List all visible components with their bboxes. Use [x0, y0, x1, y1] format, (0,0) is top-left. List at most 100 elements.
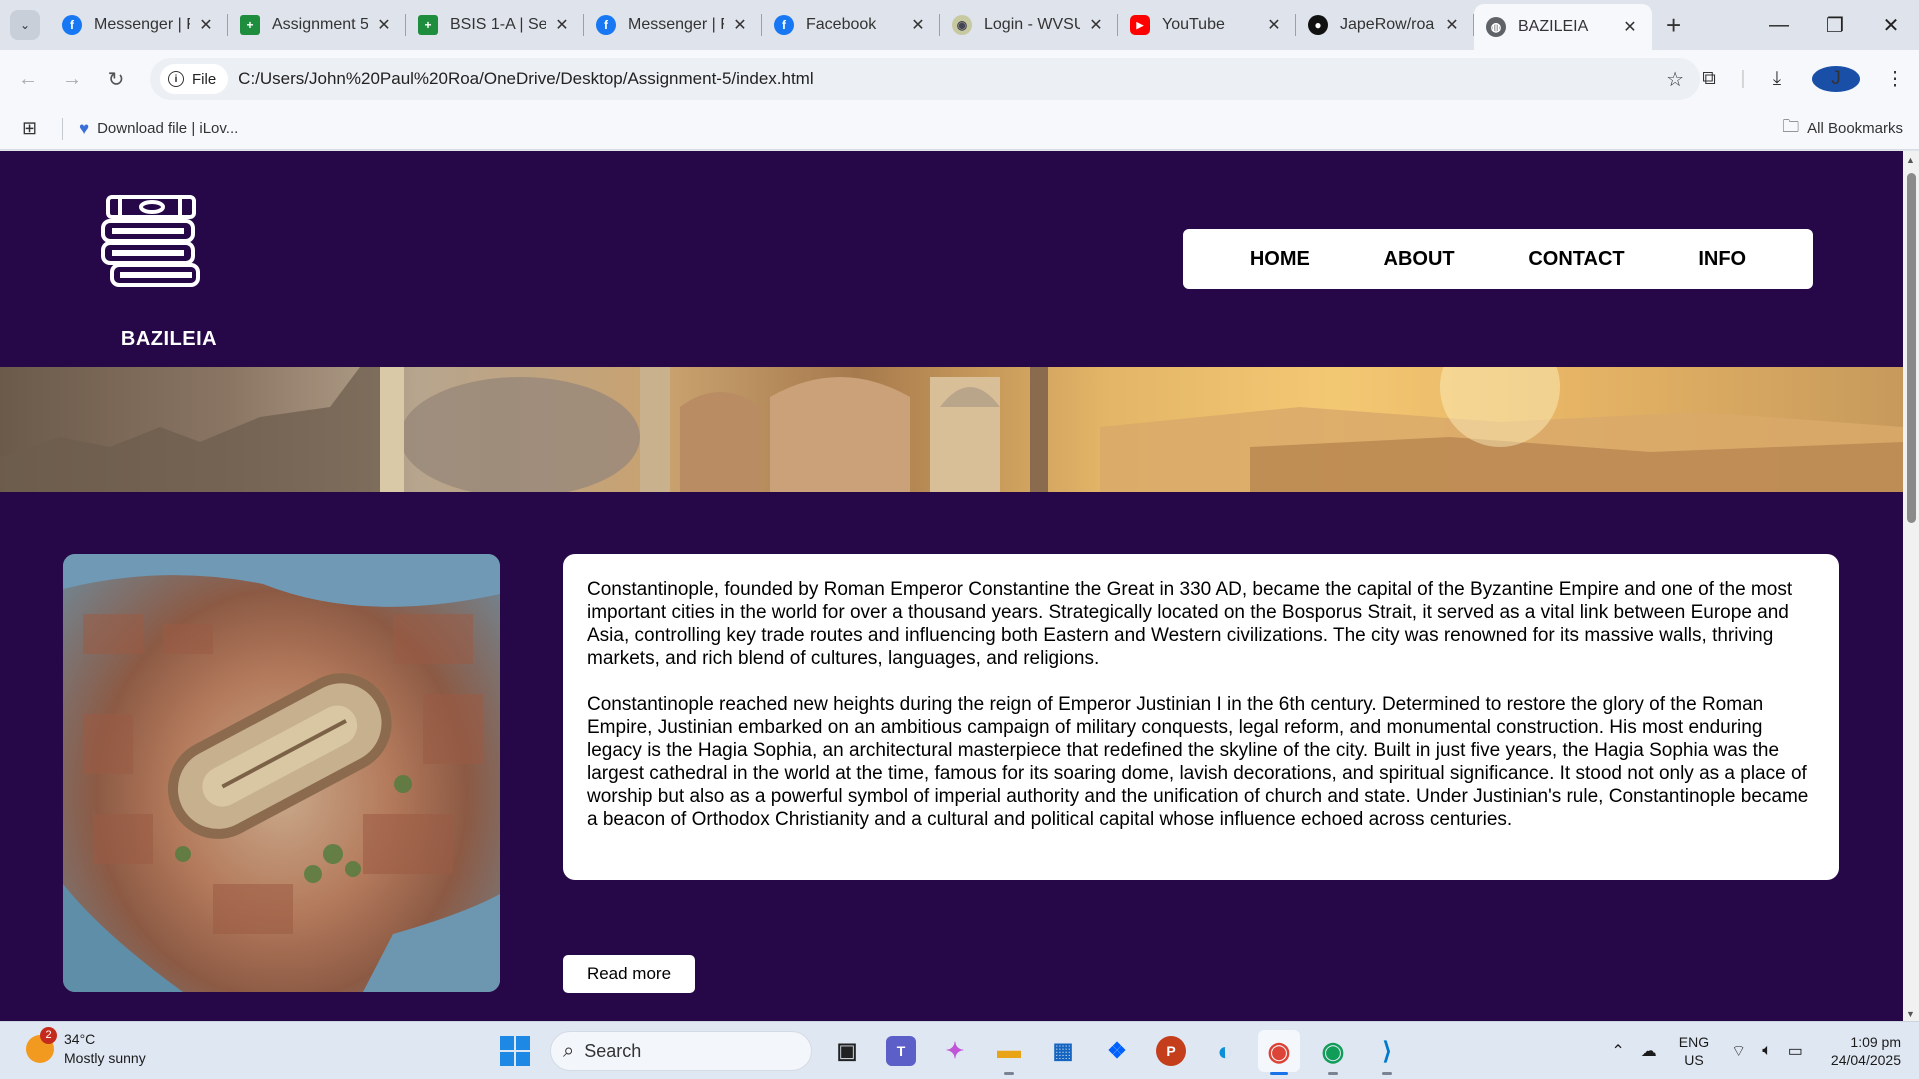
nav-home[interactable]: HOME — [1250, 248, 1310, 271]
scroll-up-icon[interactable]: ▲ — [1906, 155, 1915, 165]
tab-list: f Messenger | F ✕ + Assignment 5 ✕ + BSI… — [50, 0, 1681, 50]
page-viewport: BAZILEIA HOME ABOUT CONTACT INFO Constan… — [0, 151, 1903, 1021]
tab-messenger-1[interactable]: f Messenger | F ✕ — [50, 0, 228, 50]
wifi-icon[interactable]: ⌔ — [1731, 1041, 1746, 1061]
tab-bsis[interactable]: + BSIS 1-A | Sec ✕ — [406, 0, 584, 50]
all-bookmarks-label: All Bookmarks — [1807, 120, 1903, 137]
nav-about[interactable]: ABOUT — [1384, 248, 1455, 271]
city-skyline-illustration — [0, 367, 1903, 492]
browser-toolbar: ← → ↻ i File C:/Users/John%20Paul%20Roa/… — [0, 50, 1919, 108]
teams-icon[interactable]: T — [886, 1036, 916, 1066]
close-window-icon[interactable]: ✕ — [1863, 13, 1919, 38]
facebook-icon: f — [62, 15, 82, 35]
info-icon: i — [168, 71, 184, 87]
restore-icon[interactable]: ❐ — [1807, 13, 1863, 38]
bookmark-star-icon[interactable]: ☆ — [1666, 67, 1684, 92]
tab-search-chevron-icon[interactable]: ⌄ — [10, 10, 40, 40]
microsoft-store-icon[interactable]: ▦ — [1042, 1030, 1084, 1072]
tab-title: Login - WVSU — [984, 16, 1080, 33]
date: 24/04/2025 — [1830, 1052, 1901, 1068]
file-explorer-icon[interactable]: ▬ — [988, 1030, 1030, 1075]
tab-wvsu-login[interactable]: ◉ Login - WVSU ✕ — [940, 0, 1118, 50]
banner-image — [0, 367, 1903, 492]
nav-info[interactable]: INFO — [1698, 248, 1746, 271]
onedrive-icon[interactable]: ☁ — [1641, 1041, 1657, 1061]
apps-grid-icon[interactable]: ⊞ — [22, 118, 44, 139]
tab-youtube[interactable]: ▶ YouTube ✕ — [1118, 0, 1296, 50]
scrollbar-thumb[interactable] — [1907, 173, 1916, 523]
close-tab-icon[interactable]: ✕ — [374, 15, 394, 35]
paragraph-justinian: Constantinople reached new heights durin… — [587, 694, 1809, 830]
bookmark-ilovepdf[interactable]: ♥ Download file | iLov... — [79, 119, 238, 139]
close-tab-icon[interactable]: ✕ — [1086, 15, 1106, 35]
powerpoint-icon[interactable]: P — [1156, 1036, 1186, 1066]
sheets-icon: + — [418, 15, 438, 35]
tab-github[interactable]: ● JapeRow/roa ✕ — [1296, 0, 1474, 50]
books-logo-icon[interactable] — [100, 193, 220, 303]
profile-avatar[interactable]: J — [1812, 66, 1860, 92]
extensions-puzzle-icon[interactable]: ⧉ — [1685, 68, 1733, 90]
temperature: 34°C — [64, 1031, 96, 1047]
task-view-icon[interactable]: ▣ — [826, 1030, 868, 1072]
weather-widget[interactable]: 2 34°C Mostly sunny — [26, 1027, 146, 1068]
tab-assignment-5[interactable]: + Assignment 5 ✕ — [228, 0, 406, 50]
tab-bazileia[interactable]: ◍ BAZILEIA ✕ — [1474, 4, 1652, 50]
tab-title: BAZILEIA — [1518, 18, 1589, 35]
close-tab-icon[interactable]: ✕ — [908, 15, 928, 35]
read-more-button[interactable]: Read more — [563, 955, 695, 993]
forward-arrow-icon[interactable]: → — [50, 68, 94, 91]
close-tab-icon[interactable]: ✕ — [1264, 15, 1284, 35]
all-bookmarks-button[interactable]: 🗀 All Bookmarks — [1782, 114, 1903, 143]
chrome-profile-icon[interactable]: ◉ — [1258, 1030, 1300, 1075]
new-tab-icon[interactable]: + — [1666, 10, 1681, 41]
copilot-icon[interactable]: ✦ — [934, 1030, 976, 1072]
edge-icon[interactable]: ◐ — [1204, 1030, 1246, 1072]
close-tab-icon[interactable]: ✕ — [1442, 15, 1462, 35]
address-bar[interactable]: i File C:/Users/John%20Paul%20Roa/OneDri… — [150, 58, 1700, 100]
weather-condition: Mostly sunny — [64, 1050, 146, 1066]
minimize-icon[interactable]: — — [1751, 14, 1807, 37]
url-text[interactable]: C:/Users/John%20Paul%20Roa/OneDrive/Desk… — [238, 69, 813, 89]
taskbar-search[interactable]: ⌕ Search — [550, 1031, 812, 1071]
time: 1:09 pm — [1850, 1034, 1901, 1050]
nav-contact[interactable]: CONTACT — [1528, 248, 1624, 271]
close-tab-icon[interactable]: ✕ — [1620, 17, 1640, 37]
search-icon: ⌕ — [563, 1039, 575, 1062]
tab-title: Messenger | F — [628, 16, 724, 33]
dropbox-icon[interactable]: ❖ — [1096, 1030, 1138, 1072]
scroll-down-icon[interactable]: ▼ — [1906, 1009, 1915, 1019]
reload-icon[interactable]: ↻ — [94, 67, 138, 92]
window-controls: — ❐ ✕ — [1751, 0, 1919, 50]
weather-text: 34°C Mostly sunny — [64, 1030, 146, 1068]
tab-messenger-2[interactable]: f Messenger | F ✕ — [584, 0, 762, 50]
clock[interactable]: 1:09 pm 24/04/2025 — [1831, 1033, 1901, 1069]
brand-name[interactable]: BAZILEIA — [104, 328, 234, 351]
kebab-menu-icon[interactable]: ⋮ — [1871, 68, 1919, 91]
bookmarks-divider — [62, 117, 63, 140]
battery-icon[interactable]: ▭ — [1788, 1041, 1803, 1061]
tab-title: BSIS 1-A | Sec — [450, 16, 546, 33]
tab-facebook[interactable]: f Facebook ✕ — [762, 0, 940, 50]
volume-icon[interactable]: 🔈︎ — [1762, 1042, 1772, 1060]
close-tab-icon[interactable]: ✕ — [196, 15, 216, 35]
windows-taskbar: 2 34°C Mostly sunny ⌕ Search ▣ T ✦ ▬ ▦ ❖… — [0, 1021, 1919, 1079]
site-info-chip[interactable]: i File — [160, 64, 229, 94]
toolbar-actions: ⧉ | ⤓ J ⋮ — [1685, 50, 1919, 108]
bookmark-label: Download file | iLov... — [97, 120, 239, 137]
vscode-icon[interactable]: ⟩ — [1366, 1030, 1408, 1075]
page-scrollbar[interactable]: ▲ ▼ — [1903, 151, 1919, 1021]
close-tab-icon[interactable]: ✕ — [730, 15, 750, 35]
bookmarks-bar: ⊞ ♥ Download file | iLov... 🗀 All Bookma… — [0, 108, 1919, 150]
language-indicator[interactable]: ENG US — [1679, 1033, 1709, 1069]
browser-tab-strip: ⌄ f Messenger | F ✕ + Assignment 5 ✕ + B… — [0, 0, 1919, 50]
chevron-up-icon[interactable]: ⌃ — [1611, 1041, 1624, 1061]
back-arrow-icon[interactable]: ← — [6, 68, 50, 91]
taskbar-apps: ⌕ Search ▣ T ✦ ▬ ▦ ❖ P ◐ ◉ ◉ ⟩ — [500, 1030, 1414, 1075]
windows-start-icon[interactable] — [500, 1036, 530, 1066]
close-tab-icon[interactable]: ✕ — [552, 15, 572, 35]
tab-title: Facebook — [806, 16, 877, 33]
facebook-icon: f — [596, 15, 616, 35]
download-icon[interactable]: ⤓ — [1753, 68, 1801, 90]
tab-title: Assignment 5 — [272, 16, 368, 33]
chrome-icon[interactable]: ◉ — [1312, 1030, 1354, 1075]
